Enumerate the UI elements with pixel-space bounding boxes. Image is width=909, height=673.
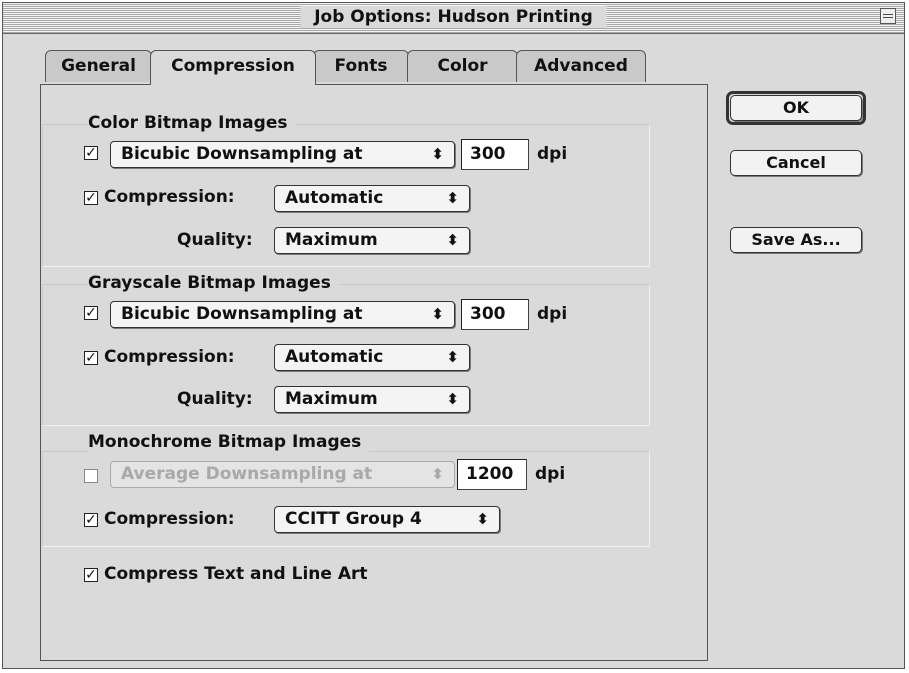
check-icon: ✓: [85, 305, 97, 321]
popup-arrows-icon: ⬍: [431, 145, 444, 163]
color-downsample-popup[interactable]: Bicubic Downsampling at ⬍: [110, 141, 455, 168]
grayscale-group-title: Grayscale Bitmap Images: [88, 273, 339, 293]
popup-arrows-icon: ⬍: [446, 231, 459, 249]
check-icon: ✓: [85, 190, 97, 206]
popup-arrows-icon: ⬍: [431, 305, 444, 323]
grayscale-compression-popup[interactable]: Automatic ⬍: [274, 344, 470, 371]
tab-compression[interactable]: Compression: [150, 50, 316, 85]
popup-value: Bicubic Downsampling at: [121, 304, 363, 324]
color-compression-label: Compression:: [104, 187, 235, 207]
grayscale-quality-popup[interactable]: Maximum ⬍: [274, 386, 470, 413]
popup-value: Automatic: [285, 347, 384, 367]
monochrome-dpi-field[interactable]: 1200: [457, 459, 527, 490]
color-dpi-unit: dpi: [537, 144, 568, 164]
popup-arrows-icon: ⬍: [446, 348, 459, 366]
check-icon: ✓: [85, 145, 97, 161]
compress-text-checkbox[interactable]: ✓: [84, 568, 98, 582]
color-downsample-checkbox[interactable]: ✓: [84, 146, 98, 160]
check-icon: ✓: [85, 567, 97, 583]
popup-arrows-icon: ⬍: [431, 465, 444, 483]
grayscale-compression-checkbox[interactable]: ✓: [84, 351, 98, 365]
color-quality-popup[interactable]: Maximum ⬍: [274, 227, 470, 254]
popup-arrows-icon: ⬍: [446, 189, 459, 207]
popup-value: Average Downsampling at: [121, 464, 373, 484]
popup-value: Maximum: [285, 230, 378, 250]
color-compression-checkbox[interactable]: ✓: [84, 191, 98, 205]
popup-value: Bicubic Downsampling at: [121, 144, 363, 164]
monochrome-compression-label: Compression:: [104, 509, 235, 529]
title-bar[interactable]: Job Options: Hudson Printing: [3, 3, 904, 34]
save-as-button[interactable]: Save As...: [730, 227, 862, 253]
color-group-title: Color Bitmap Images: [88, 113, 296, 133]
popup-arrows-icon: ⬍: [446, 390, 459, 408]
grayscale-dpi-unit: dpi: [537, 304, 568, 324]
popup-value: CCITT Group 4: [285, 509, 422, 529]
color-quality-label: Quality:: [177, 230, 253, 250]
monochrome-downsample-checkbox[interactable]: [84, 469, 98, 483]
tab-advanced[interactable]: Advanced: [516, 50, 646, 82]
color-dpi-field[interactable]: 300: [461, 139, 529, 170]
monochrome-compression-checkbox[interactable]: ✓: [84, 513, 98, 527]
tab-general[interactable]: General: [45, 50, 152, 82]
cancel-button[interactable]: Cancel: [730, 150, 862, 176]
monochrome-downsample-popup[interactable]: Average Downsampling at ⬍: [110, 461, 455, 488]
popup-arrows-icon: ⬍: [476, 510, 489, 528]
monochrome-group-title: Monochrome Bitmap Images: [88, 432, 370, 452]
monochrome-dpi-unit: dpi: [535, 464, 566, 484]
grayscale-downsample-popup[interactable]: Bicubic Downsampling at ⬍: [110, 301, 455, 328]
ok-button[interactable]: OK: [730, 95, 862, 121]
grayscale-downsample-checkbox[interactable]: ✓: [84, 306, 98, 320]
color-compression-popup[interactable]: Automatic ⬍: [274, 185, 470, 212]
window-title: Job Options: Hudson Printing: [300, 6, 607, 28]
popup-value: Maximum: [285, 389, 378, 409]
check-icon: ✓: [85, 350, 97, 366]
grayscale-dpi-field[interactable]: 300: [461, 299, 529, 330]
tab-color[interactable]: Color: [407, 50, 518, 82]
check-icon: ✓: [85, 512, 97, 528]
compress-text-label: Compress Text and Line Art: [104, 564, 368, 584]
tab-fonts[interactable]: Fonts: [313, 50, 409, 82]
grayscale-quality-label: Quality:: [177, 389, 253, 409]
monochrome-compression-popup[interactable]: CCITT Group 4 ⬍: [274, 506, 500, 533]
collapse-box-icon[interactable]: [880, 8, 896, 24]
grayscale-compression-label: Compression:: [104, 347, 235, 367]
popup-value: Automatic: [285, 188, 384, 208]
